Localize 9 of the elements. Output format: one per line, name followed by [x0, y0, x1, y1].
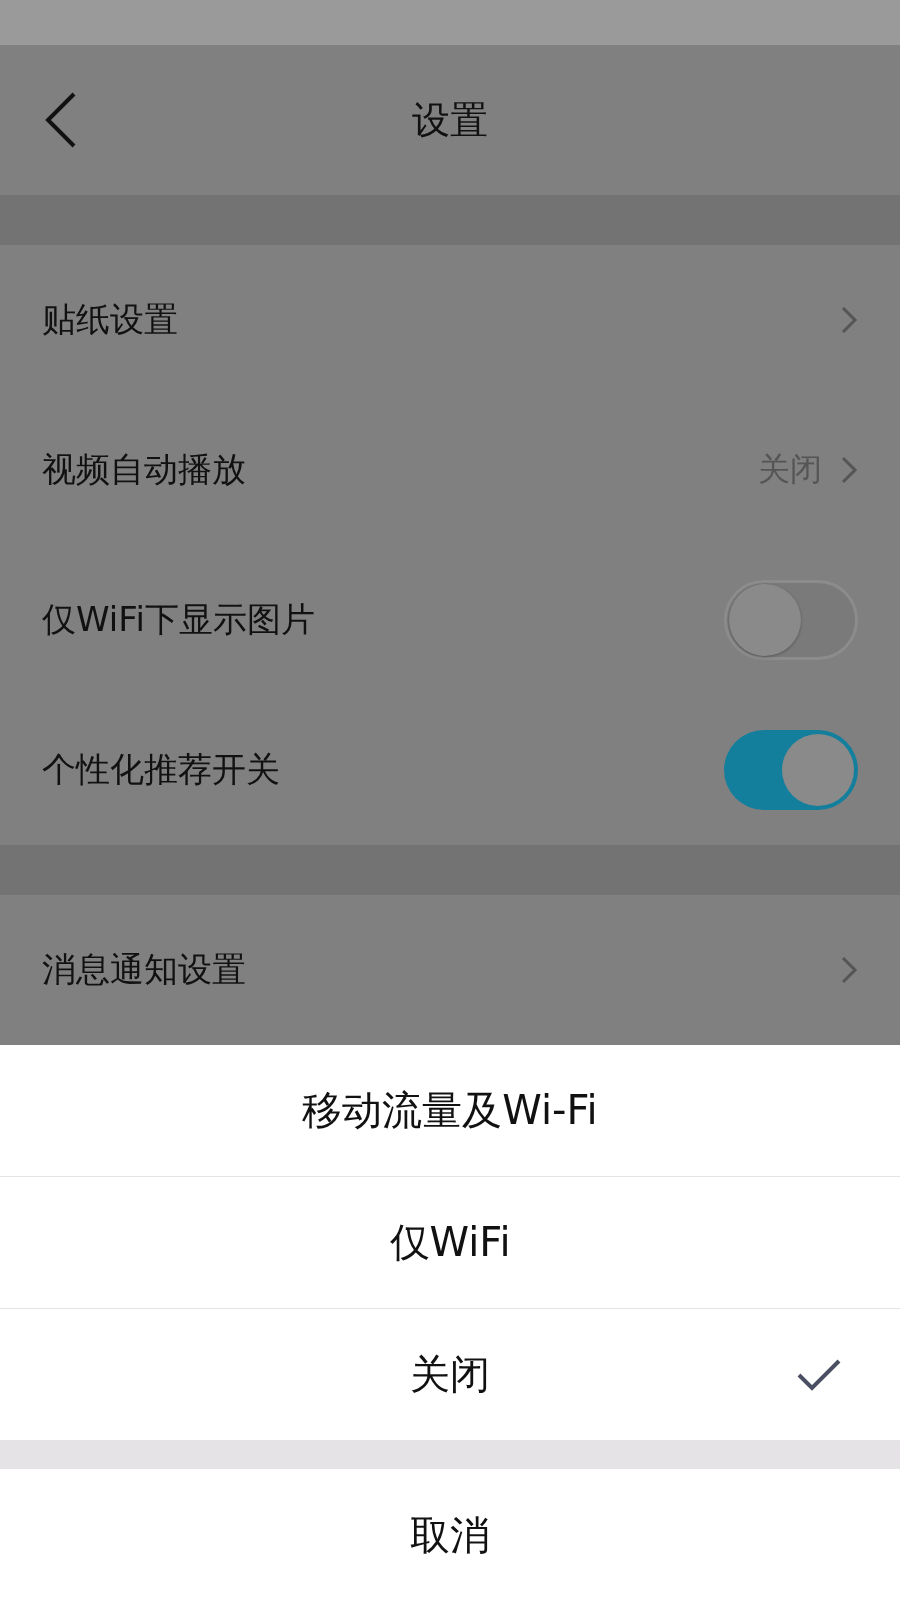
setting-label: 消息通知设置: [42, 948, 247, 991]
setting-label: 仅WiFi下显示图片: [42, 598, 316, 641]
page-title: 设置: [412, 96, 488, 144]
setting-label: 个性化推荐开关: [42, 748, 281, 791]
chevron-right-icon: [840, 305, 858, 335]
chevron-right-icon: [840, 955, 858, 985]
chevron-right-icon: [840, 455, 858, 485]
setting-label: 视频自动播放: [42, 448, 247, 491]
setting-label: 贴纸设置: [42, 298, 179, 341]
